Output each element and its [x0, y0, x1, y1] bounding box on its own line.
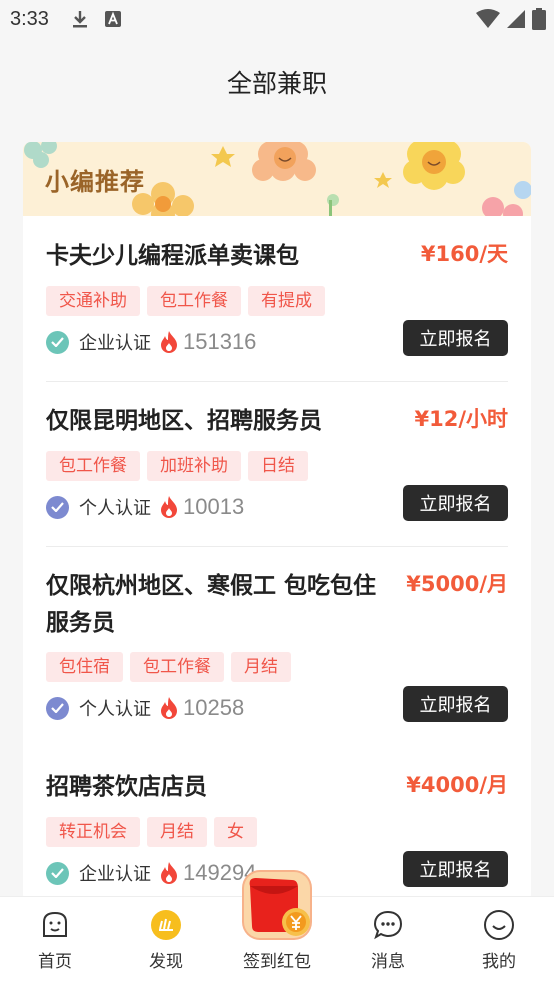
nav-home[interactable]: 首页: [10, 897, 100, 984]
verified-check-icon: [46, 495, 69, 519]
verify-row: 个人认证 10258: [46, 695, 244, 721]
nav-discover-label: 发现: [149, 952, 183, 972]
verify-label: 企业认证: [79, 333, 151, 354]
job-title: 招聘茶饮店店员: [46, 774, 207, 800]
fire-icon: [159, 861, 179, 885]
red-packet-icon[interactable]: [240, 868, 314, 942]
nav-messages-label: 消息: [371, 952, 405, 972]
job-tags: 交通补助 包工作餐 有提成: [46, 286, 325, 316]
banner-title: 小编推荐: [45, 168, 145, 196]
verify-label: 个人认证: [79, 498, 151, 519]
job-tag: 交通补助: [46, 286, 140, 316]
profile-icon: [483, 909, 515, 941]
job-list-card: 小编推荐 卡夫少儿编程派单卖课包 ¥160/天 交通补助 包工作餐 有提成 企业…: [23, 142, 531, 902]
job-tag: 包工作餐: [147, 286, 241, 316]
nav-discover[interactable]: 发现: [121, 897, 211, 984]
page-title: 全部兼职: [226, 69, 327, 98]
fire-icon: [159, 495, 179, 519]
signal-icon: [506, 9, 526, 33]
status-bar: 3:33: [0, 0, 554, 38]
verified-check-icon: [46, 696, 69, 720]
apply-button[interactable]: 立即报名: [403, 686, 508, 722]
job-tag: 女: [214, 817, 257, 847]
nav-mine-label: 我的: [482, 952, 516, 972]
job-item[interactable]: 卡夫少儿编程派单卖课包 ¥160/天 交通补助 包工作餐 有提成 企业认证 15…: [46, 238, 508, 358]
download-icon: [71, 9, 89, 29]
nav-signin-label: 签到红包: [243, 952, 311, 972]
job-title: 仅限杭州地区、寒假工 包吃包住服务员: [46, 573, 377, 636]
fire-icon: [159, 696, 179, 720]
view-count: 10258: [183, 695, 245, 720]
job-tag: 包住宿: [46, 652, 123, 682]
apply-button[interactable]: 立即报名: [403, 320, 508, 356]
verify-label: 企业认证: [79, 864, 151, 885]
verify-label: 个人认证: [79, 699, 151, 720]
job-salary: ¥160/天: [420, 242, 508, 266]
job-tag: 包工作餐: [46, 451, 140, 481]
verified-check-icon: [46, 861, 69, 885]
battery-icon: [532, 8, 546, 34]
verified-check-icon: [46, 330, 69, 354]
job-tag: 日结: [248, 451, 308, 481]
job-item[interactable]: 仅限昆明地区、招聘服务员 ¥12/小时 包工作餐 加班补助 日结 个人认证 10…: [46, 403, 508, 523]
job-salary: ¥4000/月: [406, 773, 508, 797]
job-salary: ¥5000/月: [406, 572, 508, 596]
job-tags: 包住宿 包工作餐 月结: [46, 652, 291, 682]
apply-button[interactable]: 立即报名: [403, 851, 508, 887]
job-tags: 转正机会 月结 女: [46, 817, 257, 847]
job-tags: 包工作餐 加班补助 日结: [46, 451, 308, 481]
nav-messages[interactable]: 消息: [343, 897, 433, 984]
verify-row: 企业认证 149294: [46, 860, 256, 886]
job-title: 卡夫少儿编程派单卖课包: [46, 243, 299, 269]
font-app-icon: [104, 11, 121, 27]
discover-icon: [150, 909, 182, 941]
home-icon: [39, 909, 71, 941]
job-salary: ¥12/小时: [414, 407, 508, 431]
message-icon: [372, 909, 404, 941]
verify-row: 企业认证 151316: [46, 329, 256, 355]
status-time: 3:33: [10, 7, 49, 30]
divider: [46, 381, 508, 382]
job-tag: 包工作餐: [130, 652, 224, 682]
fire-icon: [159, 330, 179, 354]
job-tag: 有提成: [248, 286, 325, 316]
job-title: 仅限昆明地区、招聘服务员: [46, 408, 322, 434]
view-count: 151316: [183, 329, 257, 354]
wifi-icon: [476, 9, 500, 33]
divider: [46, 546, 508, 547]
job-tag: 加班补助: [147, 451, 241, 481]
job-tag: 转正机会: [46, 817, 140, 847]
job-item[interactable]: 仅限杭州地区、寒假工 包吃包住服务员 ¥5000/月 包住宿 包工作餐 月结 个…: [46, 568, 508, 728]
nav-mine[interactable]: 我的: [454, 897, 544, 984]
job-tag: 月结: [231, 652, 291, 682]
recommend-banner: 小编推荐: [23, 142, 531, 216]
apply-button[interactable]: 立即报名: [403, 485, 508, 521]
nav-home-label: 首页: [38, 952, 72, 972]
verify-row: 个人认证 10013: [46, 494, 244, 520]
view-count: 10013: [183, 494, 245, 519]
job-tag: 月结: [147, 817, 207, 847]
